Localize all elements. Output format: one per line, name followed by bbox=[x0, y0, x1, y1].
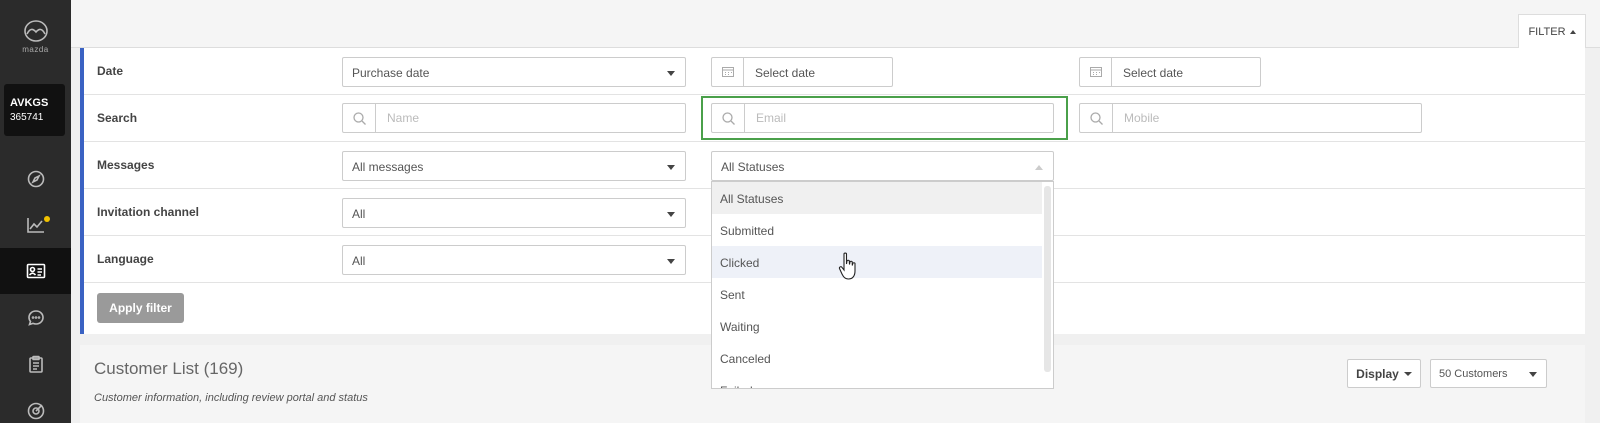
search-label: Search bbox=[97, 111, 138, 125]
language-value: All bbox=[352, 254, 366, 268]
trend-chart-icon bbox=[26, 218, 44, 233]
caret-down-icon bbox=[1403, 371, 1412, 376]
mobile-search-field[interactable] bbox=[1079, 103, 1422, 133]
start-date-placeholder: Select date bbox=[755, 66, 816, 80]
chat-bubble-icon bbox=[27, 310, 44, 326]
page-size-select[interactable]: 50 Customers bbox=[1430, 359, 1547, 388]
mobile-search-input[interactable] bbox=[1114, 104, 1421, 132]
status-select-value: All Statuses bbox=[721, 160, 785, 174]
dropdown-option[interactable]: Sent bbox=[712, 278, 1042, 310]
dropdown-option[interactable]: Waiting bbox=[712, 310, 1042, 342]
chevron-down-icon bbox=[667, 165, 675, 170]
name-search-field[interactable] bbox=[342, 103, 686, 133]
nav-analytics[interactable] bbox=[0, 202, 71, 248]
filter-toggle-button[interactable]: FILTER bbox=[1518, 14, 1586, 48]
dropdown-option[interactable]: Clicked bbox=[712, 246, 1042, 278]
search-icon bbox=[343, 104, 376, 132]
messages-select-value: All messages bbox=[352, 160, 424, 174]
language-select[interactable]: All bbox=[342, 245, 686, 275]
logo-text: mazda bbox=[22, 45, 49, 54]
invitation-channel-value: All bbox=[352, 207, 366, 221]
start-date-picker[interactable]: Select date bbox=[711, 57, 893, 87]
chevron-down-icon bbox=[1529, 372, 1537, 377]
date-type-select[interactable]: Purchase date bbox=[342, 57, 686, 87]
calendar-icon bbox=[712, 58, 744, 86]
language-label: Language bbox=[97, 252, 154, 266]
email-search-field[interactable] bbox=[711, 103, 1054, 133]
notification-dot bbox=[44, 216, 50, 222]
date-type-value: Purchase date bbox=[352, 66, 430, 80]
search-icon bbox=[1080, 104, 1113, 132]
nav-messages[interactable] bbox=[0, 295, 71, 341]
filter-toggle-label: FILTER bbox=[1528, 25, 1566, 38]
dropdown-option[interactable]: Canceled bbox=[712, 342, 1042, 374]
display-label: Display bbox=[1356, 366, 1399, 381]
status-select[interactable]: All Statuses bbox=[711, 151, 1054, 181]
compass-icon bbox=[27, 170, 44, 188]
email-search-input[interactable] bbox=[746, 104, 1053, 132]
customer-list-subtitle: Customer information, including review p… bbox=[94, 392, 368, 404]
dropdown-option[interactable]: Submitted bbox=[712, 214, 1042, 246]
date-label: Date bbox=[97, 64, 124, 78]
chevron-down-icon bbox=[667, 71, 675, 76]
hand-pointer-icon bbox=[838, 252, 856, 280]
invitation-channel-label: Invitation channel bbox=[97, 205, 200, 219]
target-icon bbox=[27, 402, 44, 420]
dropdown-scrollbar[interactable] bbox=[1044, 186, 1051, 372]
messages-select[interactable]: All messages bbox=[342, 151, 686, 181]
chevron-down-icon bbox=[667, 212, 675, 217]
invitation-channel-select[interactable]: All bbox=[342, 198, 686, 228]
status-dropdown-menu: All Statuses Submitted Clicked Sent Wait… bbox=[711, 181, 1054, 389]
customer-list-title: Customer List (169) bbox=[94, 359, 244, 378]
end-date-picker[interactable]: Select date bbox=[1079, 57, 1261, 87]
caret-up-icon bbox=[1569, 29, 1576, 34]
calendar-icon bbox=[1080, 58, 1112, 86]
dealer-id: 365741 bbox=[10, 112, 44, 123]
sidebar: mazda AVKGS 365741 bbox=[0, 0, 71, 423]
messages-label: Messages bbox=[97, 158, 155, 172]
nav-goals[interactable] bbox=[0, 388, 71, 423]
dealer-badge[interactable]: AVKGS 365741 bbox=[4, 84, 65, 136]
dropdown-option[interactable]: Failed bbox=[712, 374, 1042, 388]
mazda-logo[interactable]: mazda bbox=[0, 18, 71, 54]
clipboard-icon bbox=[28, 355, 43, 373]
chevron-down-icon bbox=[667, 259, 675, 264]
apply-filter-button[interactable]: Apply filter bbox=[97, 293, 184, 323]
id-card-icon bbox=[26, 263, 45, 279]
dropdown-option[interactable]: All Statuses bbox=[712, 182, 1042, 214]
name-search-input[interactable] bbox=[377, 104, 685, 132]
chevron-up-icon bbox=[1035, 165, 1043, 170]
nav-tasks[interactable] bbox=[0, 341, 71, 387]
nav-explore[interactable] bbox=[0, 156, 71, 202]
end-date-placeholder: Select date bbox=[1123, 66, 1184, 80]
top-bar: FILTER bbox=[71, 0, 1600, 48]
mazda-logo-icon bbox=[23, 20, 48, 42]
page-size-value: 50 Customers bbox=[1439, 368, 1508, 380]
dealer-name: AVKGS bbox=[10, 97, 49, 109]
search-icon bbox=[712, 104, 745, 132]
display-button[interactable]: Display bbox=[1347, 359, 1421, 388]
nav-customers[interactable] bbox=[0, 248, 71, 294]
